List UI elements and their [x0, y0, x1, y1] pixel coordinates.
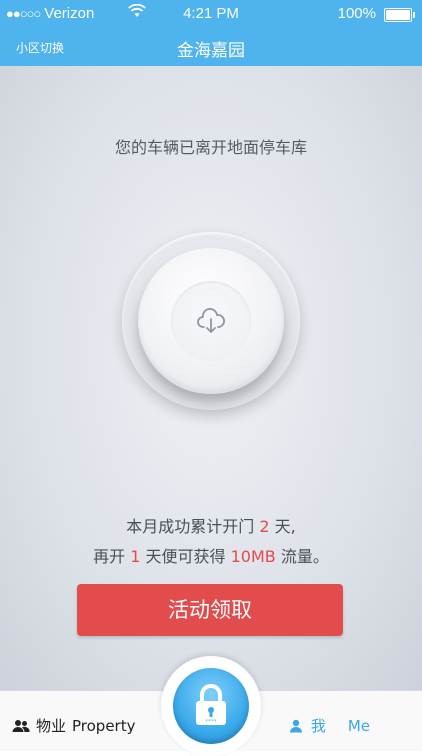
- stats-line2-mid: 天便可获得: [145, 547, 226, 566]
- stats-line-2: 再开 1 天便可获得 10MB 流量。: [0, 542, 422, 572]
- stats-line1-suffix: 天,: [274, 517, 296, 536]
- unlock-button[interactable]: ****: [173, 668, 249, 744]
- tab-me-label-cn: 我: [310, 717, 326, 735]
- tab-property[interactable]: 物业 Property: [12, 715, 136, 736]
- stats-more-days: 1: [130, 547, 141, 566]
- open-door-button[interactable]: [138, 248, 284, 394]
- tab-me-label-en: Me: [347, 716, 370, 735]
- battery-icon: [384, 8, 415, 22]
- lock-button-holder: ****: [161, 656, 261, 756]
- battery-percent: 100%: [337, 5, 376, 22]
- main-content: 您的车辆已离开地面停车库 本月成功累计开门 2 天, 再开 1 天便可获得 10…: [0, 66, 422, 690]
- status-bar: ●●○○○ Verizon 4:21 PM 100%: [0, 0, 422, 28]
- nav-bar: 小区切换 金海嘉园: [0, 28, 422, 66]
- tab-me[interactable]: 我 Me: [289, 715, 370, 736]
- claim-activity-button[interactable]: 活动领取: [77, 584, 343, 636]
- tab-property-label-en: Property: [72, 716, 136, 735]
- person-icon: [289, 719, 302, 732]
- stats-line2-suffix: 流量。: [280, 547, 329, 566]
- status-message: 您的车辆已离开地面停车库: [114, 138, 307, 157]
- stats-days: 2: [259, 517, 270, 536]
- page-title: 金海嘉园: [177, 41, 245, 61]
- stats-line-1: 本月成功累计开门 2 天,: [0, 512, 422, 542]
- open-door-button-ring: [122, 232, 300, 410]
- monthly-stats: 本月成功累计开门 2 天, 再开 1 天便可获得 10MB 流量。: [0, 512, 422, 572]
- stats-line2-prefix: 再开: [93, 547, 126, 566]
- svg-text:****: ****: [205, 719, 217, 725]
- people-icon: [12, 719, 30, 732]
- tab-property-label-cn: 物业: [36, 717, 67, 735]
- open-door-button-center: [171, 281, 251, 361]
- lock-icon: ****: [196, 684, 226, 725]
- stats-line1-prefix: 本月成功累计开门: [126, 517, 255, 536]
- stats-data-amount: 10MB: [230, 547, 276, 566]
- cloud-download-icon: [197, 308, 225, 333]
